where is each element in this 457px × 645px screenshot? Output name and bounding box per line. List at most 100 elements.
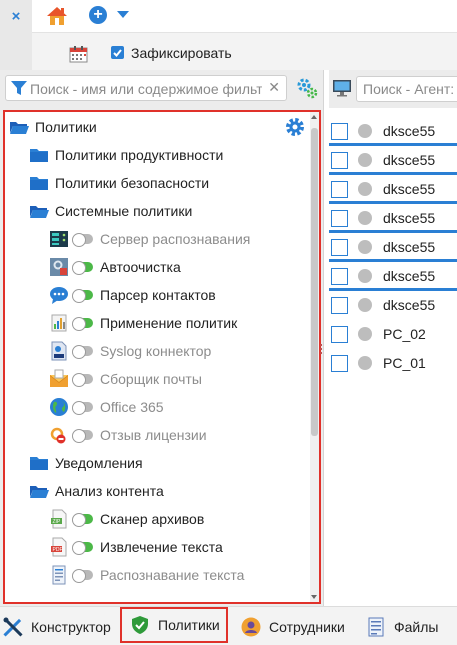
agent-checkbox[interactable] [331,325,348,343]
policy-item-policy-apply[interactable]: Применение политик [49,312,237,334]
agent-name: dksce55 [383,239,436,255]
gear-icon[interactable] [285,117,305,137]
agent-search-input[interactable] [356,76,457,102]
tree-folder-security[interactable]: Политики безопасности [29,172,209,194]
tree-label: Политики безопасности [55,175,210,191]
policy-toggle[interactable] [72,513,93,527]
scroll-down-icon[interactable] [311,595,317,599]
policy-chart-icon [51,314,67,332]
policy-item-ocr[interactable]: Распознавание текста [49,564,244,586]
close-icon: × [11,8,21,25]
policy-toggle[interactable] [72,569,93,583]
agent-checkbox[interactable] [331,296,348,314]
tree-label: Политики продуктивности [55,147,224,163]
add-button[interactable]: + [89,6,107,24]
monitor-icon [333,80,351,97]
policy-tree[interactable]: Политики Политики продуктивности Политик… [3,110,321,604]
clear-icon[interactable]: ✕ [268,79,280,96]
policy-toggle[interactable] [72,289,93,303]
agent-checkbox[interactable] [331,122,348,140]
shield-icon [132,616,148,634]
svg-text:ZIP: ZIP [53,519,61,525]
policy-item-syslog[interactable]: Syslog коннектор [49,340,211,362]
plus-icon: + [93,6,103,23]
tab-constructor[interactable]: Конструктор [3,610,111,644]
tree-root-policies[interactable]: Политики [9,116,97,138]
agents-header [329,70,457,108]
agent-progress-bar [329,172,457,175]
policy-item-archive-scanner[interactable]: ZIP Сканер архивов [49,508,204,530]
server-icon [50,231,68,247]
close-tab-button[interactable]: × [0,0,32,33]
policy-toggle[interactable] [72,373,93,387]
policy-toggle[interactable] [72,345,93,359]
policy-toggle[interactable] [72,261,93,275]
agent-row[interactable]: dksce55 [329,205,457,231]
globe-icon [50,398,68,416]
agent-name: PC_02 [383,326,426,342]
agent-name: dksce55 [383,297,436,313]
agent-progress-bar [329,143,457,146]
tree-folder-notifications[interactable]: Уведомления [29,452,143,474]
agent-checkbox[interactable] [331,238,348,256]
pin-checkbox[interactable] [111,46,124,59]
agent-row[interactable]: dksce55 [329,176,457,202]
filter-input[interactable] [30,79,262,98]
policy-item-office365[interactable]: Office 365 [49,396,164,418]
policy-item-autoclean[interactable]: Автоочистка [49,256,181,278]
folder-icon [30,457,48,470]
tab-label: Политики [158,617,220,633]
policy-toggle[interactable] [72,429,93,443]
agent-row[interactable]: dksce55 [329,234,457,260]
gears-icon[interactable] [295,76,319,100]
agent-row[interactable]: dksce55 [329,292,457,318]
caret-down-icon[interactable] [117,11,129,18]
tree-folder-productivity[interactable]: Политики продуктивности [29,144,223,166]
home-icon[interactable] [46,5,68,27]
tree-folder-content-analysis[interactable]: Анализ контента [29,480,164,502]
scroll-up-icon[interactable] [311,115,317,119]
tab-policies[interactable]: Политики [120,607,228,643]
agent-checkbox[interactable] [331,180,348,198]
agent-row[interactable]: dksce55 [329,147,457,173]
agent-progress-bar [329,230,457,233]
agent-progress-bar [329,259,457,262]
agent-checkbox[interactable] [331,354,348,372]
agent-name: PC_01 [383,355,426,371]
policy-toggle[interactable] [72,317,93,331]
policy-item-contact-parser[interactable]: Парсер контактов [49,284,216,306]
filter-icon[interactable] [10,80,28,97]
tree-root-label: Политики [35,119,97,135]
folder-icon [30,149,48,162]
chat-icon [50,287,68,304]
agents-panel: dksce55 dksce55 dksce55 dksce55 dksce55 … [329,70,457,606]
agent-status-dot [358,153,372,167]
agent-checkbox[interactable] [331,209,348,227]
tree-folder-system[interactable]: Системные политики [29,200,192,222]
agent-row[interactable]: dksce55 [329,118,457,144]
tab-employees[interactable]: Сотрудники [241,610,345,644]
policy-toggle[interactable] [72,233,93,247]
policy-toggle[interactable] [72,541,93,555]
scroll-thumb[interactable] [311,128,318,436]
agent-row[interactable]: PC_02 [329,321,457,347]
policy-item-license-revoke[interactable]: Отзыв лицензии [49,424,207,446]
agent-name: dksce55 [383,152,436,168]
policy-item-mail-collector[interactable]: Сборщик почты [49,368,202,390]
file-list-icon [368,617,384,637]
tab-files[interactable]: Файлы [366,610,438,644]
policy-item-recognition-server[interactable]: Сервер распознавания [49,228,250,250]
calendar-icon[interactable] [69,45,88,63]
tree-scrollbar[interactable] [310,112,319,602]
tree-label: Извлечение текста [100,539,223,555]
splitter-grip[interactable] [320,344,323,354]
policy-item-text-extraction[interactable]: PDF Извлечение текста [49,536,223,558]
agent-row[interactable]: PC_01 [329,350,457,376]
agent-checkbox[interactable] [331,267,348,285]
tab-label: Сотрудники [269,619,345,635]
agent-row[interactable]: dksce55 [329,263,457,289]
tree-label: Распознавание текста [100,567,245,583]
policy-toggle[interactable] [72,401,93,415]
agent-checkbox[interactable] [331,151,348,169]
tree-label: Применение политик [100,315,238,331]
